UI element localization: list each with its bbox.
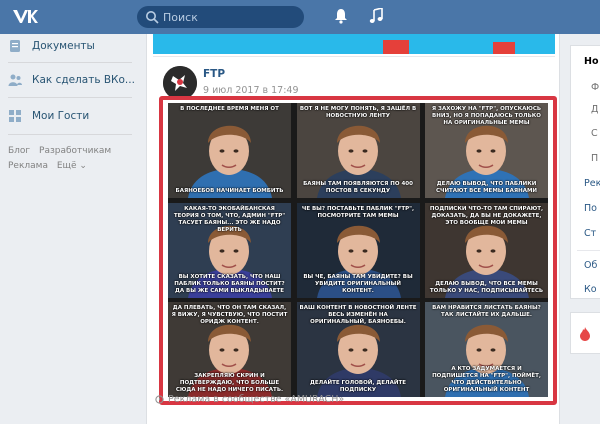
meme-caption-bottom: ДЕЛАЮ ВЫВОД, ЧТО ВСЕ МЕМЫ ТОЛЬКО У НАС, … (429, 280, 544, 294)
meme-panel: Я ЗАХОЖУ НА "FTP", ОПУСКАЮСЬ ВНИЗ, НО Я … (425, 103, 548, 198)
meme-caption-top: ЧЕ ВЫ? ПОСТАВЬТЕ ПАБЛИК "FTP", ПОСМОТРИТ… (301, 205, 415, 219)
right-menu-item[interactable]: Ст (584, 228, 596, 239)
right-menu-divider (577, 250, 600, 251)
right-menu-item[interactable]: Ф (591, 82, 599, 93)
vk-logo-icon[interactable] (10, 5, 40, 27)
search-input[interactable] (163, 6, 298, 28)
sidebar-divider (8, 62, 132, 63)
ftp-logo-icon (163, 66, 197, 100)
footer-link-blog[interactable]: Блог (8, 146, 30, 156)
music-icon[interactable] (369, 8, 383, 24)
footer-link-developers[interactable]: Разработчикам (39, 146, 111, 156)
sidebar-item-label: Мои Гости (32, 110, 90, 122)
ad-icon (155, 395, 164, 404)
meme-caption-bottom: ВЫ ЧЕ, БАЯНЫ ТАМ УВИДИТЕ? ВЫ УВИДИТЕ ОРИ… (303, 273, 413, 294)
meme-caption-bottom: ДЕЛАЮ ВЫВОД, ЧТО ПАБЛИКИ СЧИТАЮТ ВСЕ МЕМ… (435, 181, 538, 194)
meme-caption-top: ВАМ НРАВИТСЯ ЛИСТАТЬ БАЯНЫ? ТАК ЛИСТАЙТЕ… (432, 305, 541, 318)
meme-caption-top: ВАШ КОНТЕНТ В НОВОСТНОЙ ЛЕНТЕ ВЕСЬ ИЗМЕН… (299, 305, 417, 325)
right-menu-item[interactable]: Д (591, 104, 598, 115)
meme-caption-bottom: БАЯНЫ ТАМ ПОЯВЛЯЮТСЯ ПО 400 ПОСТОВ В СЕК… (303, 181, 413, 194)
post-date[interactable]: 9 июл 2017 в 17:49 (203, 85, 299, 96)
meme-caption-top: ВОТ Я НЕ МОГУ ПОНЯТЬ, Я ЗАШЁЛ В НОВОСТНУ… (299, 106, 417, 119)
right-trending-widget[interactable] (570, 312, 600, 354)
meme-panel: ЧЕ ВЫ? ПОСТАВЬТЕ ПАБЛИК "FTP", ПОСМОТРИТ… (296, 202, 420, 298)
footer-links: Блог Разработчикам Реклама Ещё ⌄ (8, 144, 138, 174)
footer-link-more[interactable]: Ещё ⌄ (57, 161, 87, 171)
meme-panel: ПОДПИСКИ ЧТО-ТО ТАМ СПИРАЮТ, ДОКАЗАТЬ, Д… (425, 202, 548, 298)
post-divider (153, 56, 555, 57)
right-menu: Но Ф Д С П Рек По Ст Об Ко (570, 45, 600, 299)
bell-icon[interactable] (334, 8, 348, 24)
right-menu-item[interactable]: Об (584, 260, 597, 271)
meme-caption-bottom: ЗАКРЕПЛЯЮ СКРИН И ПОДТВЕРЖДАЮ, ЧТО БОЛЬШ… (175, 373, 284, 393)
sidebar-item-label: Как сделать ВКо... (32, 74, 135, 86)
search-icon (146, 11, 159, 24)
meme-panel: ВАШ КОНТЕНТ В НОВОСТНОЙ ЛЕНТЕ ВЕСЬ ИЗМЕН… (296, 302, 420, 397)
ad-text: Реклама в сообществе «AMURACH» (168, 394, 345, 405)
avatar[interactable] (163, 66, 197, 100)
right-menu-item[interactable]: П (591, 153, 598, 164)
post-author[interactable]: FTP (203, 68, 225, 80)
meme-caption-bottom: БАЯНОЕБОВ НАЧИНАЕТ БОМБИТЬ (175, 188, 284, 194)
meme-panel: В ПОСЛЕДНЕЕ ВРЕМЯ МЕНЯ ОТ БАЯНОЕБОВ НАЧИН… (168, 103, 291, 198)
sidebar-item-app[interactable]: Как сделать ВКо... (8, 71, 135, 89)
users-icon (8, 74, 22, 86)
right-menu-item[interactable]: Ко (584, 284, 597, 295)
meme-highlight-frame: В ПОСЛЕДНЕЕ ВРЕМЯ МЕНЯ ОТ БАЯНОЕБОВ НАЧИН… (159, 96, 557, 405)
sidebar-divider (8, 134, 132, 135)
right-menu-item[interactable]: С (591, 128, 598, 139)
meme-caption-bottom: ДЕЛАЙТЕ ГОЛОВОЙ, ДЕЛАЙТЕ ПОДПИСКУ (310, 380, 406, 393)
meme-caption-top: Я ЗАХОЖУ НА "FTP", ОПУСКАЮСЬ ВНИЗ, НО Я … (431, 106, 542, 126)
meme-caption-bottom: А КТО ЗАДУМАЕТСЯ И ПОДПИШЕТСЯ НА "FTP", … (432, 366, 541, 393)
meme-panel: ДА ПЛЕВАТЬ, ЧТО ОН ТАМ СКАЗАЛ, Я ВИЖУ, Я… (168, 302, 291, 397)
search-box[interactable] (137, 6, 304, 28)
sidebar-item-guests[interactable]: Мои Гости (8, 107, 89, 125)
document-icon (10, 40, 20, 52)
right-menu-item[interactable]: Рек (584, 178, 600, 189)
ad-label[interactable]: Реклама в сообществе «AMURACH» (155, 394, 344, 405)
meme-caption-top: КАКАЯ-ТО ЭКОБАЙБАНСКАЯ ТЕОРИЯ О ТОМ, ЧТО… (173, 205, 286, 233)
meme-caption-top: ПОДПИСКИ ЧТО-ТО ТАМ СПИРАЮТ, ДОКАЗАТЬ, Д… (429, 205, 544, 226)
feed-post: FTP 9 июл 2017 в 17:49 В ПОСЛЕДНЕЕ ВРЕМЯ… (146, 34, 560, 424)
meme-caption-top: В ПОСЛЕДНЕЕ ВРЕМЯ МЕНЯ ОТ (180, 106, 279, 112)
previous-post-image[interactable] (153, 34, 555, 54)
fire-icon (580, 327, 590, 341)
sidebar-item-documents[interactable]: Документы (8, 37, 95, 55)
grid-icon (9, 110, 21, 122)
sidebar-divider (8, 97, 132, 98)
meme-image[interactable]: В ПОСЛЕДНЕЕ ВРЕМЯ МЕНЯ ОТ БАЯНОЕБОВ НАЧИН… (168, 103, 548, 397)
meme-panel: КАКАЯ-ТО ЭКОБАЙБАНСКАЯ ТЕОРИЯ О ТОМ, ЧТО… (168, 202, 291, 298)
top-header (0, 0, 600, 34)
right-menu-item-news[interactable]: Но (584, 56, 598, 67)
meme-panel: ВОТ Я НЕ МОГУ ПОНЯТЬ, Я ЗАШЁЛ В НОВОСТНУ… (296, 103, 420, 198)
meme-caption-bottom: ВЫ ХОТИТЕ СКАЗАТЬ, ЧТО НАШ ПАБЛИК ТОЛЬКО… (174, 273, 285, 294)
meme-panel: ВАМ НРАВИТСЯ ЛИСТАТЬ БАЯНЫ? ТАК ЛИСТАЙТЕ… (425, 302, 548, 397)
footer-link-ads[interactable]: Реклама (8, 161, 48, 171)
meme-caption-top: ДА ПЛЕВАТЬ, ЧТО ОН ТАМ СКАЗАЛ, Я ВИЖУ, Я… (171, 305, 288, 325)
left-sidebar: Документы Как сделать ВКо... Мои Гости Б… (0, 34, 140, 424)
sidebar-item-label: Документы (32, 40, 95, 52)
right-menu-item[interactable]: По (584, 203, 597, 214)
